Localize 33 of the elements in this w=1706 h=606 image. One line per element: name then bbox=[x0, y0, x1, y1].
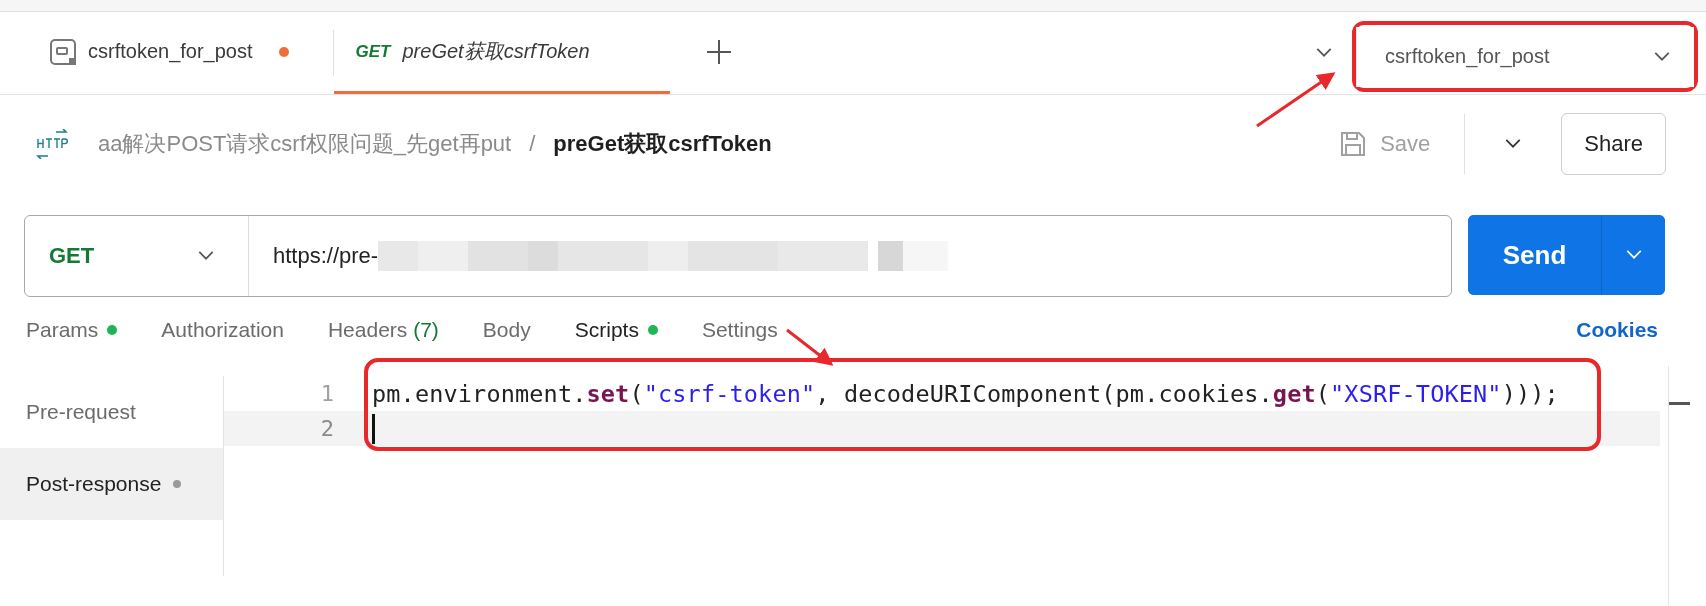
http-icon bbox=[34, 129, 70, 159]
request-section-tab[interactable]: Scripts bbox=[574, 318, 658, 342]
code-line: pm.environment.set("csrf-token", decodeURIComponent(pm.cookies.get("XSRF-TOKEN"))); bbox=[372, 379, 1559, 408]
request-tab[interactable]: csrftoken_for_post bbox=[50, 12, 317, 94]
chevron-down-icon bbox=[1505, 139, 1522, 149]
chevron-down-icon bbox=[1654, 51, 1670, 62]
line-number: 1 bbox=[319, 381, 334, 406]
request-section-tab[interactable]: Headers (7) bbox=[327, 318, 439, 342]
share-button[interactable]: Share bbox=[1561, 113, 1666, 175]
request-name: preGet获取csrfToken bbox=[553, 130, 772, 158]
environment-dropdown[interactable]: csrftoken_for_post bbox=[1356, 26, 1694, 87]
document-icon bbox=[50, 38, 76, 65]
chevron-down-icon bbox=[1625, 250, 1642, 260]
collection-name[interactable]: aa解决POST请求csrf权限问题_先get再put bbox=[98, 129, 512, 159]
script-type-item[interactable]: Pre-request bbox=[0, 376, 223, 448]
request-section-tab[interactable]: Body bbox=[482, 318, 531, 342]
text-cursor bbox=[372, 413, 375, 444]
chevron-down-icon bbox=[1316, 48, 1332, 58]
chevron-down-icon bbox=[198, 251, 214, 261]
cookies-link[interactable]: Cookies bbox=[1576, 318, 1658, 342]
request-section-tab[interactable]: Authorization bbox=[161, 318, 284, 342]
request-section-tab[interactable]: Settings bbox=[701, 318, 778, 342]
method-label: GET bbox=[355, 41, 391, 62]
script-type-item[interactable]: Post-response bbox=[0, 448, 223, 520]
breadcrumb-separator: / bbox=[529, 131, 536, 157]
url-field[interactable]: GET https://pre- bbox=[24, 215, 1452, 297]
tab-label: preGet获取csrfToken bbox=[402, 39, 590, 64]
line-number: 2 bbox=[319, 416, 334, 441]
method-dropdown[interactable]: GET bbox=[25, 216, 249, 296]
request-tab[interactable]: GET preGet获取csrfToken bbox=[333, 12, 670, 94]
plus-icon bbox=[705, 38, 732, 65]
tab-label: csrftoken_for_post bbox=[88, 40, 253, 63]
request-section-tab[interactable]: Params bbox=[26, 318, 118, 342]
